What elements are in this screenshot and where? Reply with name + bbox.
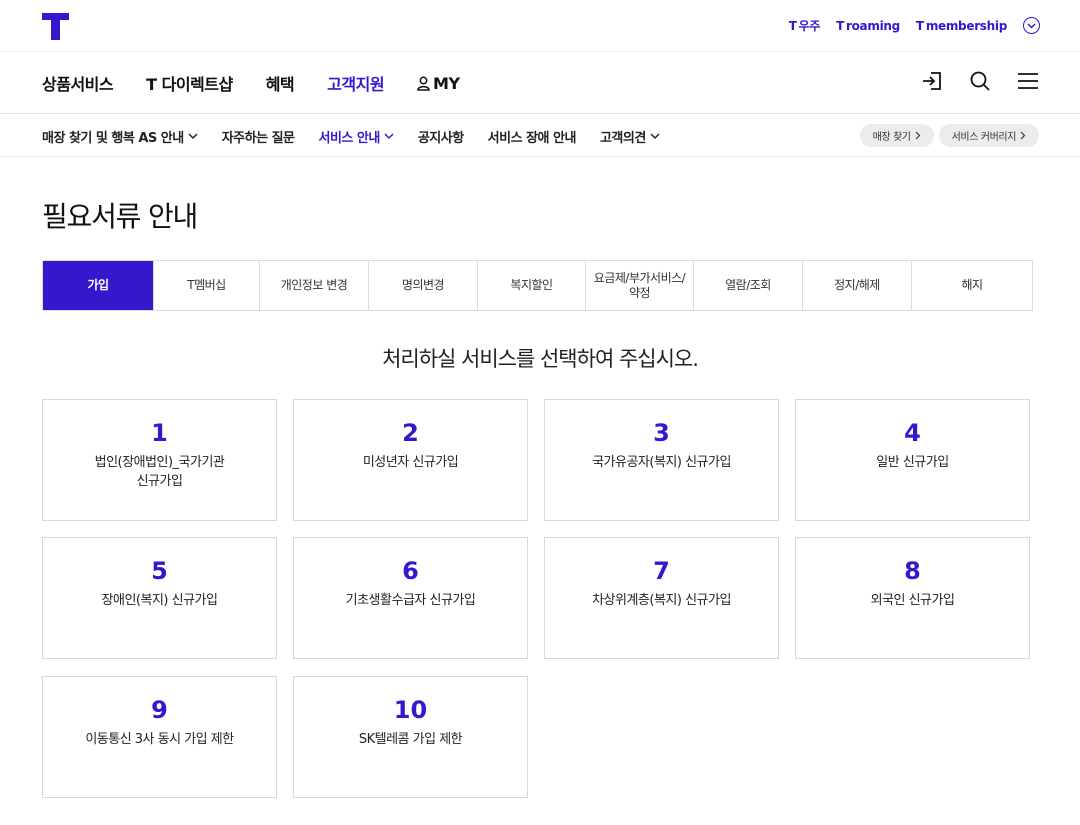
service-card[interactable]: 10 SK텔레콤 가입 제한	[293, 676, 528, 798]
subnav-service-info-label: 서비스 안내	[318, 131, 381, 146]
tab-t-membership[interactable]: T멤버십	[154, 261, 260, 310]
select-service-prompt: 처리하실 서비스를 선택하여 주십시오.	[382, 347, 699, 371]
card-number: 4	[904, 419, 921, 447]
card-label: 국가유공자(복지) 신규가입	[592, 455, 731, 470]
tab-personal-info-change[interactable]: 개인정보 변경	[260, 261, 369, 310]
subnav-notice[interactable]: 공지사항	[418, 127, 464, 146]
card-number: 10	[393, 696, 428, 724]
page-title: 필요서류 안내	[42, 200, 198, 233]
store-finder-pill[interactable]: 매장 찾기	[859, 124, 934, 147]
card-label: 기초생활수급자 신규가입	[345, 593, 476, 608]
card-number: 3	[653, 419, 670, 447]
login-icon[interactable]	[920, 69, 944, 93]
top-link-universe[interactable]: T 우주	[789, 17, 821, 34]
family-site-chevron-down-icon[interactable]	[1023, 17, 1040, 34]
chevron-down-icon	[188, 133, 198, 140]
top-link-membership[interactable]: Tmembership	[916, 19, 1007, 33]
menu-icon[interactable]	[1016, 69, 1040, 93]
service-card[interactable]: 2 미성년자 신규가입	[293, 399, 528, 521]
service-card[interactable]: 4 일반 신규가입	[795, 399, 1030, 521]
service-card[interactable]: 8 외국인 신규가입	[795, 537, 1030, 659]
nav-benefits[interactable]: 혜택	[266, 71, 295, 95]
top-bar: T 우주 Troaming Tmembership	[0, 0, 1080, 52]
nav-my[interactable]: MY	[417, 74, 460, 93]
card-number: 8	[904, 557, 921, 585]
top-link-roaming[interactable]: Troaming	[836, 19, 900, 33]
main-nav: 상품서비스 T 다이렉트샵 혜택 고객지원 MY	[0, 52, 1080, 114]
sub-nav: 매장 찾기 및 행복 AS 안내 자주하는 질문 서비스 안내 공지사항 서비스…	[0, 114, 1080, 157]
service-coverage-pill[interactable]: 서비스 커버리지	[938, 124, 1039, 147]
card-label: 일반 신규가입	[876, 455, 949, 470]
tab-welfare-discount[interactable]: 복지할인	[478, 261, 586, 310]
tab-view-inquiry[interactable]: 열람/조회	[694, 261, 803, 310]
subnav-store-finder[interactable]: 매장 찾기 및 행복 AS 안내	[42, 127, 198, 146]
subnav-service-outage[interactable]: 서비스 장애 안내	[488, 127, 577, 146]
subnav-store-finder-label: 매장 찾기 및 행복 AS 안내	[42, 131, 184, 146]
tab-ownership-change[interactable]: 명의변경	[369, 261, 478, 310]
card-label: 이동통신 3사 동시 가입 제한	[85, 732, 234, 747]
card-label: 법인(장애법인)_국가기관 신규가입	[94, 455, 225, 489]
card-number: 6	[402, 557, 419, 585]
card-label: 차상위계층(복지) 신규가입	[592, 593, 731, 608]
card-number: 5	[151, 557, 168, 585]
tab-plan-addon-contract[interactable]: 요금제/부가서비스/약정	[586, 261, 694, 310]
chevron-right-icon	[1020, 131, 1026, 140]
search-icon[interactable]	[968, 69, 992, 93]
chevron-right-icon	[915, 131, 920, 140]
nav-my-label: MY	[433, 73, 460, 93]
nav-product-service[interactable]: 상품서비스	[42, 71, 114, 95]
service-card[interactable]: 7 차상위계층(복지) 신규가입	[544, 537, 779, 659]
store-finder-pill-label: 매장 찾기	[872, 132, 911, 143]
service-card[interactable]: 9 이동통신 3사 동시 가입 제한	[42, 676, 277, 798]
tab-suspend-release[interactable]: 정지/해제	[803, 261, 912, 310]
nav-t-direct-shop[interactable]: T 다이렉트샵	[146, 71, 233, 95]
service-card[interactable]: 3 국가유공자(복지) 신규가입	[544, 399, 779, 521]
subnav-faq[interactable]: 자주하는 질문	[222, 127, 295, 146]
t-logo[interactable]	[42, 13, 70, 41]
card-label: 외국인 신규가입	[870, 593, 955, 608]
subnav-customer-opinion[interactable]: 고객의견	[600, 127, 660, 146]
chevron-down-icon	[650, 133, 660, 140]
card-number: 1	[151, 419, 168, 447]
card-number: 9	[151, 696, 168, 724]
service-coverage-pill-label: 서비스 커버리지	[951, 132, 1017, 143]
subnav-customer-opinion-label: 고객의견	[599, 131, 646, 146]
tab-plan-addon-contract-label: 요금제/부가서비스/약정	[593, 270, 686, 300]
card-label: 미성년자 신규가입	[362, 455, 459, 470]
nav-customer-support[interactable]: 고객지원	[327, 71, 384, 95]
card-label: SK텔레콤 가입 제한	[358, 732, 463, 747]
card-label: 장애인(복지) 신규가입	[101, 593, 218, 608]
service-card[interactable]: 6 기초생활수급자 신규가입	[293, 537, 528, 659]
top-links: T 우주 Troaming Tmembership	[789, 17, 1040, 34]
chevron-down-icon	[384, 133, 394, 140]
card-number: 7	[653, 557, 670, 585]
service-card[interactable]: 5 장애인(복지) 신규가입	[42, 537, 277, 659]
service-card[interactable]: 1 법인(장애법인)_국가기관 신규가입	[42, 399, 277, 521]
person-icon	[417, 76, 430, 91]
tab-cancellation[interactable]: 해지	[912, 261, 1032, 310]
card-number: 2	[402, 419, 419, 447]
tab-subscription[interactable]: 가입	[43, 261, 154, 310]
subnav-service-info[interactable]: 서비스 안내	[319, 127, 394, 146]
document-category-tabs: 가입 T멤버십 개인정보 변경 명의변경 복지할인 요금제/부가서비스/약정 열…	[42, 260, 1033, 311]
